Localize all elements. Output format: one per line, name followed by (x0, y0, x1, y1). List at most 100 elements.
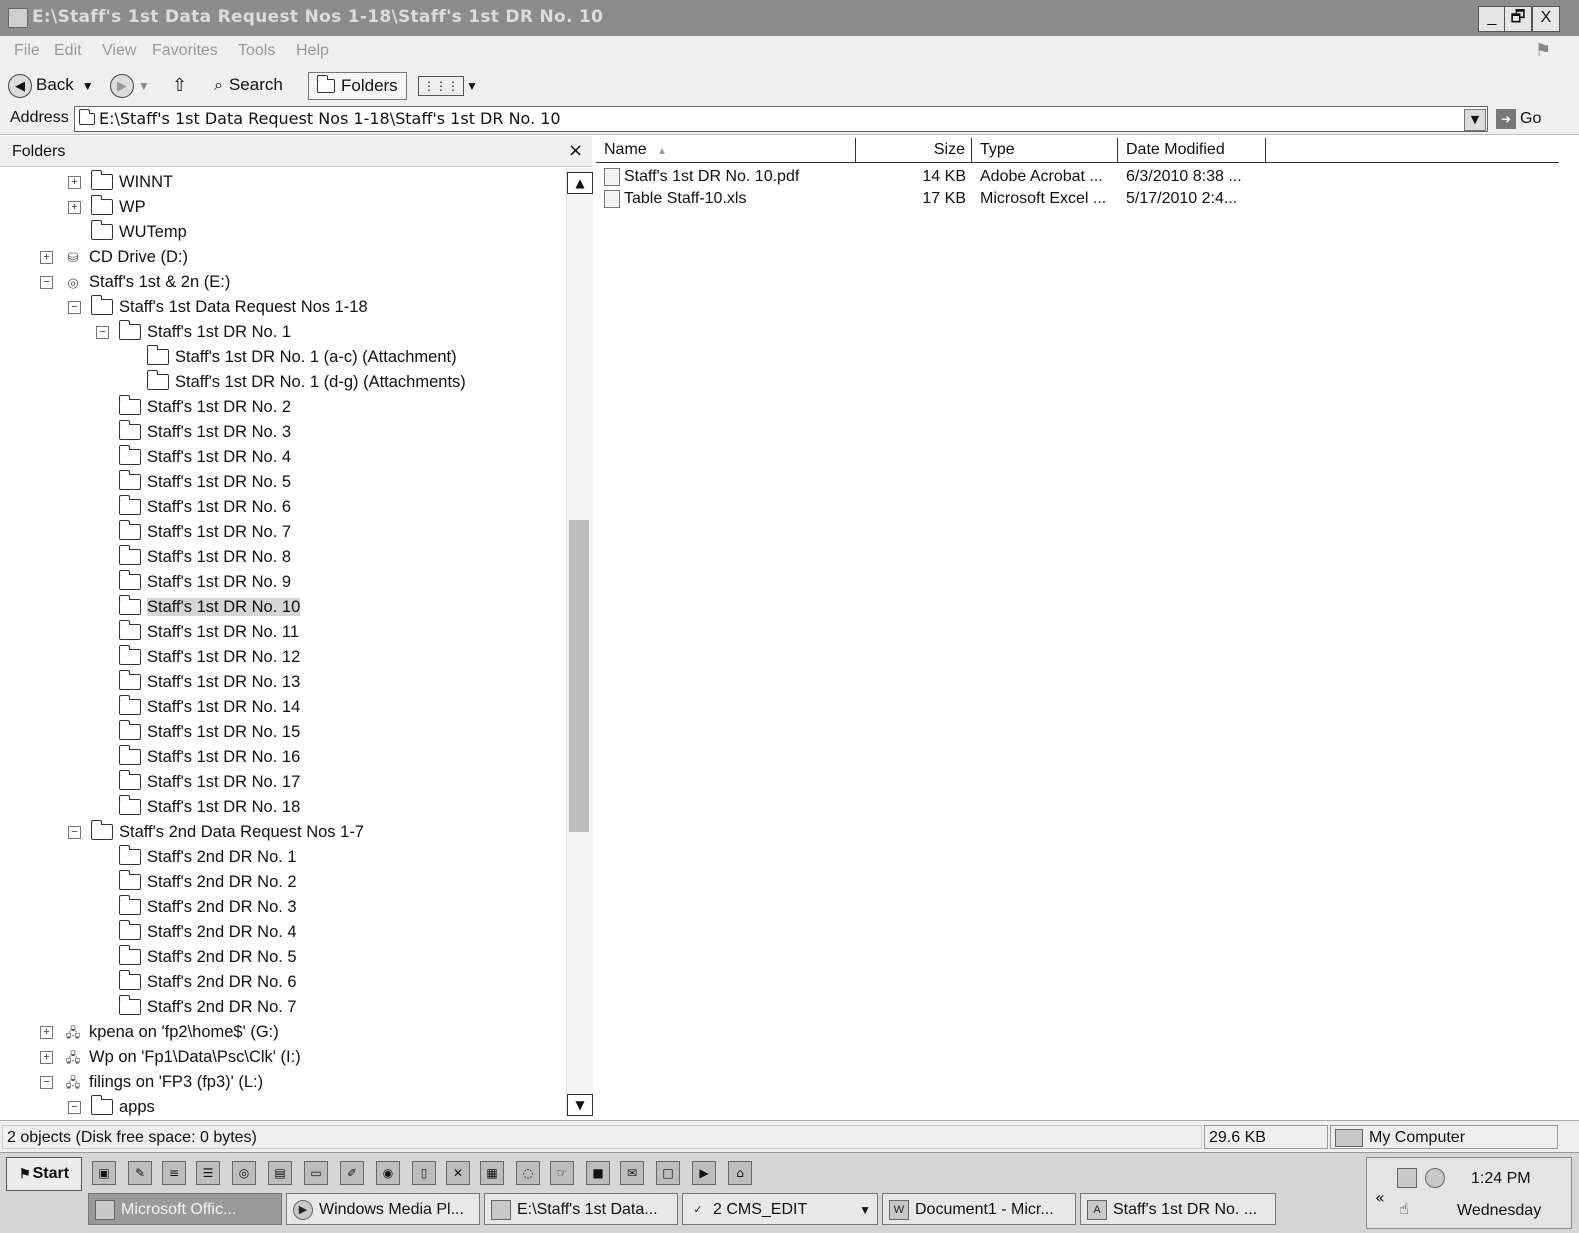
tree-item[interactable]: Staff's 1st DR No. 18 (96, 794, 300, 819)
up-folder-button[interactable]: ⇧ (172, 72, 187, 98)
tray-pointer-icon[interactable]: ☝ (1395, 1200, 1413, 1218)
collapse-icon[interactable]: − (40, 276, 53, 290)
tree-item[interactable]: − Staff's 1st Data Request Nos 1-18 (68, 294, 368, 319)
quicklaunch-compass-icon[interactable]: ◉ (376, 1161, 400, 1185)
tree-item[interactable]: Staff's 2nd DR No. 4 (96, 919, 297, 944)
quicklaunch-window-icon[interactable]: □ (656, 1161, 680, 1185)
tree-item[interactable]: Staff's 2nd DR No. 5 (96, 944, 297, 969)
tree-item[interactable]: Staff's 1st DR No. 1 (a-c) (Attachment) (124, 344, 457, 369)
column-size[interactable]: Size (856, 138, 972, 162)
tree-item[interactable]: Staff's 2nd DR No. 6 (96, 969, 297, 994)
tree-item[interactable]: − ◎ Staff's 1st & 2n (E:) (40, 270, 230, 294)
address-dropdown-icon[interactable]: ▼ (1464, 109, 1486, 131)
go-button[interactable]: ➜ Go (1496, 107, 1541, 131)
minimize-button[interactable]: _ (1478, 6, 1506, 32)
quicklaunch-network-icon[interactable]: ⌂ (728, 1161, 752, 1185)
tree-item[interactable]: − Staff's 2nd Data Request Nos 1-7 (68, 819, 364, 844)
tree-item[interactable]: Staff's 1st DR No. 10 (96, 594, 301, 619)
folders-button[interactable]: Folders (308, 72, 407, 100)
column-type[interactable]: Type (972, 138, 1118, 162)
expand-icon[interactable]: + (40, 251, 53, 265)
tree-item[interactable]: Staff's 1st DR No. 15 (96, 719, 300, 744)
quicklaunch-pen-icon[interactable]: ✐ (340, 1161, 364, 1185)
views-button[interactable]: ⋮⋮⋮ ▼ (418, 72, 478, 98)
task-explorer-window[interactable]: E:\Staff's 1st Data... (484, 1193, 678, 1225)
tree-item[interactable]: Staff's 1st DR No. 14 (96, 694, 300, 719)
tree-item[interactable]: Staff's 2nd DR No. 2 (96, 869, 297, 894)
tree-item[interactable]: − Staff's 1st DR No. 1 (96, 319, 291, 344)
tree-item[interactable]: + 🖧 Wp on 'Fp1\Data\Psc\Clk' (I:) (40, 1045, 301, 1069)
tree-item[interactable]: − apps (68, 1094, 155, 1116)
tree-item[interactable]: + ⛁ CD Drive (D:) (40, 245, 188, 269)
expand-icon[interactable]: + (40, 1026, 53, 1040)
file-row[interactable]: Table Staff-10.xls 17 KB Microsoft Excel .… (596, 188, 1266, 210)
tree-item[interactable]: − 🖧 filings on 'FP3 (fp3)' (L:) (40, 1070, 263, 1094)
tree-item[interactable]: Staff's 1st DR No. 12 (96, 644, 300, 669)
folder-tree[interactable]: + WINNT + WP WUTemp + ⛁ CD Drive (D:) − ◎ Staff's … (0, 168, 566, 1116)
scroll-down-icon[interactable]: ▼ (567, 1094, 593, 1116)
task-group-dropdown-icon[interactable]: ▼ (859, 1194, 871, 1224)
task-microsoft-office[interactable]: Microsoft Offic... (88, 1193, 282, 1225)
tree-item[interactable]: Staff's 1st DR No. 2 (96, 394, 291, 419)
tree-item[interactable]: Staff's 1st DR No. 1 (d-g) (Attachments) (124, 369, 466, 394)
tree-item[interactable]: Staff's 1st DR No. 7 (96, 519, 291, 544)
quicklaunch-calendar-icon[interactable]: ▦ (480, 1161, 504, 1185)
tree-item[interactable]: Staff's 1st DR No. 13 (96, 669, 300, 694)
address-field[interactable]: E:\Staff's 1st Data Request Nos 1-18\Sta… (74, 106, 1488, 132)
clock-time[interactable]: 1:24 PM (1471, 1170, 1531, 1188)
task-document1-word[interactable]: W Document1 - Micr... (882, 1193, 1076, 1225)
tree-item[interactable]: + WP (68, 194, 146, 219)
file-row[interactable]: Staff's 1st DR No. 10.pdf 14 KB Adobe Acro… (596, 166, 1266, 188)
scroll-up-icon[interactable]: ▲ (567, 172, 593, 194)
column-name[interactable]: Name ▲ (596, 138, 856, 162)
expand-icon[interactable]: + (40, 1051, 53, 1065)
tray-expand-chevron-icon[interactable]: « (1375, 1188, 1385, 1207)
tree-item[interactable]: Staff's 1st DR No. 11 (96, 619, 299, 644)
quicklaunch-document-icon[interactable]: ≡ (162, 1161, 186, 1185)
collapse-icon[interactable]: − (68, 826, 81, 840)
quicklaunch-hand-icon[interactable]: ☞ (550, 1161, 574, 1185)
tree-item[interactable]: Staff's 1st DR No. 3 (96, 419, 291, 444)
close-button[interactable]: X (1532, 6, 1560, 32)
folders-pane-close-icon[interactable]: × (568, 140, 583, 161)
tree-item[interactable]: Staff's 1st DR No. 17 (96, 769, 300, 794)
quicklaunch-chat-icon[interactable]: ◌ (516, 1161, 540, 1185)
quicklaunch-excel-icon[interactable]: ✕ (446, 1161, 470, 1185)
tree-item[interactable]: + WINNT (68, 169, 173, 194)
tree-item[interactable]: Staff's 1st DR No. 4 (96, 444, 291, 469)
collapse-icon[interactable]: − (96, 326, 109, 340)
expand-icon[interactable]: + (68, 201, 81, 215)
menu-view[interactable]: View (102, 42, 136, 60)
back-button[interactable]: ◀ Back ▼ (8, 72, 94, 98)
task-windows-media-player[interactable]: ▶ Windows Media Pl... (286, 1193, 480, 1225)
scrollbar-thumb[interactable] (569, 520, 589, 832)
quicklaunch-desktop-icon[interactable]: ▣ (92, 1161, 116, 1185)
menu-help[interactable]: Help (296, 42, 329, 60)
tree-item[interactable]: Staff's 1st DR No. 5 (96, 469, 291, 494)
collapse-icon[interactable]: − (68, 301, 81, 315)
folder-tree-scrollbar[interactable]: ▲ ▼ (566, 168, 593, 1116)
menu-file[interactable]: File (14, 42, 40, 60)
tray-clock-icon[interactable] (1425, 1168, 1445, 1188)
collapse-icon[interactable]: − (68, 1101, 81, 1115)
quicklaunch-list-icon[interactable]: ▤ (268, 1161, 292, 1185)
tree-item[interactable]: Staff's 2nd DR No. 7 (96, 994, 297, 1019)
tree-item[interactable]: WUTemp (68, 219, 187, 244)
quicklaunch-mail-icon[interactable]: ✉ (620, 1161, 644, 1185)
quicklaunch-folder-icon[interactable]: ▭ (304, 1161, 328, 1185)
tree-item[interactable]: Staff's 1st DR No. 6 (96, 494, 291, 519)
forward-dropdown-icon[interactable]: ▼ (138, 79, 150, 93)
tray-network-icon[interactable] (1397, 1168, 1417, 1188)
tree-item[interactable]: Staff's 2nd DR No. 3 (96, 894, 297, 919)
back-dropdown-icon[interactable]: ▼ (82, 79, 94, 93)
menu-tools[interactable]: Tools (238, 42, 275, 60)
column-date-modified[interactable]: Date Modified (1118, 138, 1266, 162)
menu-edit[interactable]: Edit (54, 42, 82, 60)
tree-item[interactable]: Staff's 2nd DR No. 1 (96, 844, 297, 869)
quicklaunch-media-icon[interactable]: ▶ (692, 1161, 716, 1185)
tree-item[interactable]: Staff's 1st DR No. 9 (96, 569, 291, 594)
task-cms-edit[interactable]: ✓ 2 CMS_EDIT ▼ (682, 1193, 878, 1225)
quicklaunch-file-icon[interactable]: ▯ (412, 1161, 436, 1185)
forward-button[interactable]: ▶ ▼ (110, 72, 150, 98)
restore-button[interactable]: 🗗 (1504, 6, 1532, 32)
